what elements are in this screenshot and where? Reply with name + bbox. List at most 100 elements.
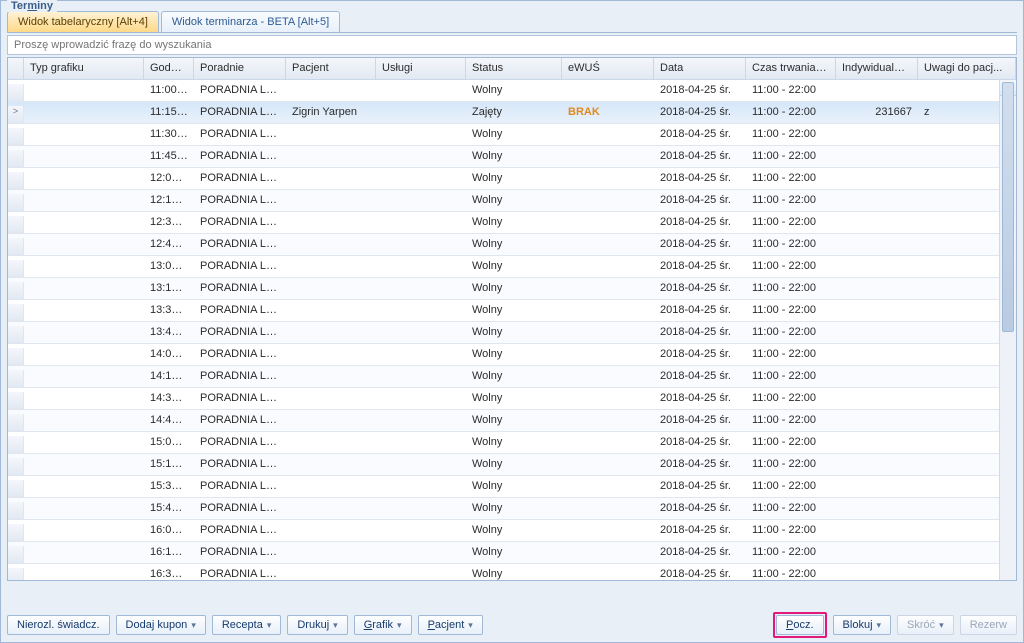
cell: 11:00 - 22:00 xyxy=(746,524,836,541)
table-row[interactable]: 16:15-16:30PORADNIA LEK...Wolny2018-04-2… xyxy=(8,542,1016,564)
cell xyxy=(286,458,376,475)
table-row[interactable]: 12:45-13:00PORADNIA LEK...Wolny2018-04-2… xyxy=(8,234,1016,256)
cell: Wolny xyxy=(466,172,562,189)
cell: 2018-04-25 śr. xyxy=(654,414,746,431)
cell: 12:30-12:45 xyxy=(144,216,194,233)
search-input[interactable] xyxy=(7,35,1017,55)
cell xyxy=(376,546,466,563)
table-row[interactable]: 11:00-11:15PORADNIA LEK...Wolny2018-04-2… xyxy=(8,80,1016,102)
table-row[interactable]: 11:45-12:00PORADNIA LEK...Wolny2018-04-2… xyxy=(8,146,1016,168)
cell: 11:00 - 22:00 xyxy=(746,436,836,453)
cell: BRAK xyxy=(562,106,654,123)
cell: 11:00 - 22:00 xyxy=(746,106,836,123)
cell xyxy=(24,150,144,167)
column-header[interactable]: Indywidualny ... xyxy=(836,58,918,79)
cell xyxy=(24,84,144,101)
table-row[interactable]: 13:00-13:15PORADNIA LEK...Wolny2018-04-2… xyxy=(8,256,1016,278)
cell: 2018-04-25 śr. xyxy=(654,458,746,475)
pocz-button[interactable]: Pocz. xyxy=(776,615,824,635)
column-header[interactable]: Uwagi do pacj... xyxy=(918,58,1016,79)
table-row[interactable]: 15:30-15:45PORADNIA LEK...Wolny2018-04-2… xyxy=(8,476,1016,498)
table-row[interactable]: 11:30-11:45PORADNIA LEK...Wolny2018-04-2… xyxy=(8,124,1016,146)
table-row[interactable]: 16:30-16:45PORADNIA LEK...Wolny2018-04-2… xyxy=(8,564,1016,580)
column-header[interactable]: Czas trwania g... xyxy=(746,58,836,79)
cell: 2018-04-25 śr. xyxy=(654,172,746,189)
cell xyxy=(836,260,918,277)
column-header[interactable]: Usługi xyxy=(376,58,466,79)
dodaj-kupon-button[interactable]: Dodaj kupon▾ xyxy=(116,615,206,635)
column-header[interactable]: Pacjent xyxy=(286,58,376,79)
row-indicator xyxy=(8,568,24,580)
cell xyxy=(562,150,654,167)
cell xyxy=(836,568,918,580)
cell xyxy=(836,326,918,343)
cell: 13:30-13:45 xyxy=(144,304,194,321)
cell xyxy=(24,568,144,580)
cell xyxy=(836,392,918,409)
cell: 14:30-14:45 xyxy=(144,392,194,409)
cell xyxy=(24,216,144,233)
rezerw-button[interactable]: Rezerw xyxy=(960,615,1017,635)
drukuj-button[interactable]: Drukuj▾ xyxy=(287,615,347,635)
column-header[interactable]: Status xyxy=(466,58,562,79)
cell xyxy=(24,260,144,277)
cell: 2018-04-25 śr. xyxy=(654,502,746,519)
table-row[interactable]: 12:15-12:30PORADNIA LEK...Wolny2018-04-2… xyxy=(8,190,1016,212)
column-header[interactable]: Poradnie xyxy=(194,58,286,79)
table-row[interactable]: 15:15-15:30PORADNIA LEK...Wolny2018-04-2… xyxy=(8,454,1016,476)
table-row[interactable]: 13:45-14:00PORADNIA LEK...Wolny2018-04-2… xyxy=(8,322,1016,344)
table-row[interactable]: 13:15-13:30PORADNIA LEK...Wolny2018-04-2… xyxy=(8,278,1016,300)
column-header[interactable]: Typ grafiku xyxy=(24,58,144,79)
cell xyxy=(286,436,376,453)
chevron-down-icon: ▾ xyxy=(397,620,402,631)
cell: 11:00 - 22:00 xyxy=(746,546,836,563)
column-header[interactable]: Godzina xyxy=(144,58,194,79)
cell xyxy=(286,194,376,211)
cell xyxy=(836,370,918,387)
cell: 11:00 - 22:00 xyxy=(746,84,836,101)
row-indicator xyxy=(8,238,24,255)
table-row[interactable]: 16:00-16:15PORADNIA LEK...Wolny2018-04-2… xyxy=(8,520,1016,542)
cell: 2018-04-25 śr. xyxy=(654,480,746,497)
cell: 2018-04-25 śr. xyxy=(654,128,746,145)
table-row[interactable]: 13:30-13:45PORADNIA LEK...Wolny2018-04-2… xyxy=(8,300,1016,322)
cell: 11:00 - 22:00 xyxy=(746,238,836,255)
column-header[interactable]: Data xyxy=(654,58,746,79)
skroc-button[interactable]: Skróć▾ xyxy=(897,615,954,635)
cell: Wolny xyxy=(466,194,562,211)
cell: PORADNIA LEK... xyxy=(194,370,286,387)
recepta-button[interactable]: Recepta▾ xyxy=(212,615,282,635)
table-row[interactable]: 14:45-15:00PORADNIA LEK...Wolny2018-04-2… xyxy=(8,410,1016,432)
highlight-annotation: Pocz. xyxy=(773,612,827,638)
cell: Wolny xyxy=(466,238,562,255)
cell: PORADNIA LEK... xyxy=(194,194,286,211)
cell: PORADNIA LEK... xyxy=(194,128,286,145)
cell: PORADNIA LEK... xyxy=(194,326,286,343)
cell: PORADNIA LEK... xyxy=(194,238,286,255)
blokuj-button[interactable]: Blokuj▾ xyxy=(833,615,892,635)
table-row[interactable]: 15:45-16:00PORADNIA LEK...Wolny2018-04-2… xyxy=(8,498,1016,520)
table-row[interactable]: 14:15-14:30PORADNIA LEK...Wolny2018-04-2… xyxy=(8,366,1016,388)
cell xyxy=(562,282,654,299)
table-row[interactable]: 14:30-14:45PORADNIA LEK...Wolny2018-04-2… xyxy=(8,388,1016,410)
cell xyxy=(562,260,654,277)
scrollbar-thumb[interactable] xyxy=(1002,82,1014,332)
table-row[interactable]: 12:30-12:45PORADNIA LEK...Wolny2018-04-2… xyxy=(8,212,1016,234)
table-row[interactable]: 14:00-14:15PORADNIA LEK...Wolny2018-04-2… xyxy=(8,344,1016,366)
pacjent-button[interactable]: Pacjent▾ xyxy=(418,615,483,635)
table-row[interactable]: >11:15-11:30PORADNIA LEK...Zigrin Yarpen… xyxy=(8,102,1016,124)
column-header[interactable]: eWUŚ xyxy=(562,58,654,79)
vertical-scrollbar[interactable]: ▲ xyxy=(999,80,1016,580)
tab-0[interactable]: Widok tabelaryczny [Alt+4] xyxy=(7,11,159,32)
row-indicator xyxy=(8,502,24,519)
tab-1[interactable]: Widok terminarza - BETA [Alt+5] xyxy=(161,11,340,32)
table-row[interactable]: 15:00-15:15PORADNIA LEK...Wolny2018-04-2… xyxy=(8,432,1016,454)
nierozl-swiadcz-button[interactable]: Nierozl. świadcz. xyxy=(7,615,110,635)
grafik-button[interactable]: Grafik▾ xyxy=(354,615,412,635)
cell xyxy=(836,436,918,453)
cell: 12:15-12:30 xyxy=(144,194,194,211)
table-row[interactable]: 12:00-12:15PORADNIA LEK...Wolny2018-04-2… xyxy=(8,168,1016,190)
cell: PORADNIA LEK... xyxy=(194,106,286,123)
cell: 13:45-14:00 xyxy=(144,326,194,343)
cell: 11:00 - 22:00 xyxy=(746,370,836,387)
